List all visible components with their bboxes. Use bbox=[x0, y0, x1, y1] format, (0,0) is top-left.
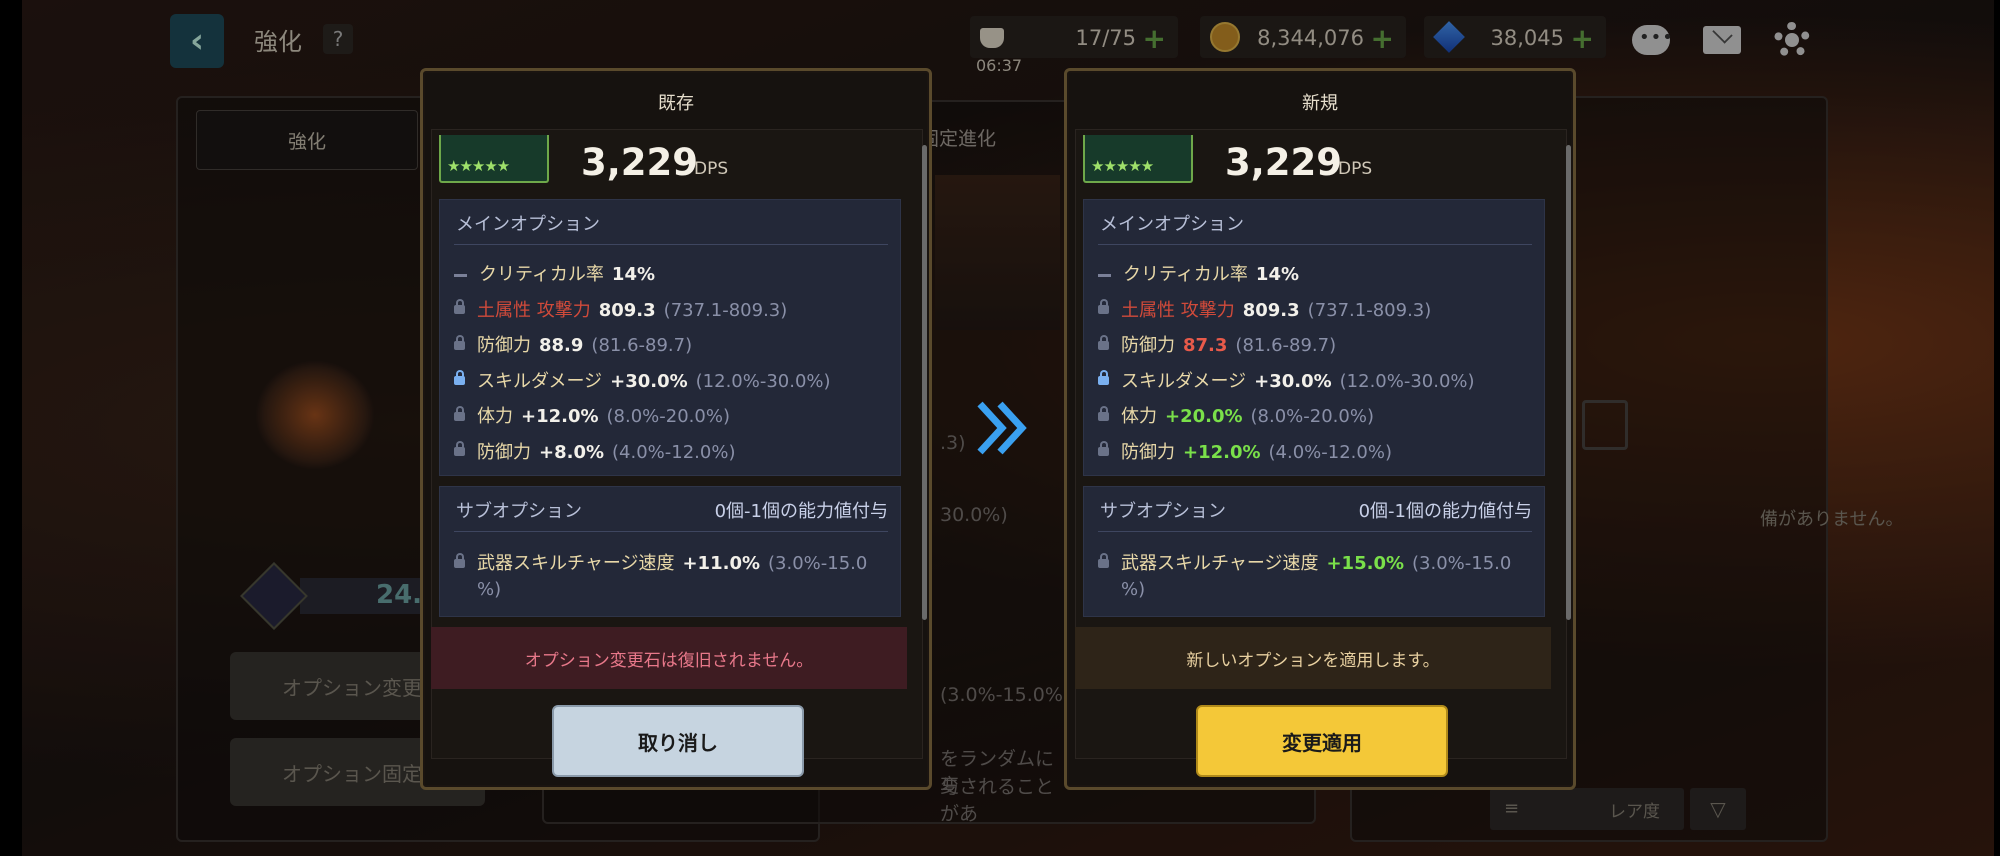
double-chevron-right-icon bbox=[977, 401, 1027, 455]
main-option-row: クリティカル率 14% bbox=[1098, 260, 1299, 286]
existing-option-panel: 既存 ★★★★★ 3,229 DPS メインオプション クリティカル率 14% 土属… bbox=[420, 68, 932, 790]
sub-option-header: サブオプション bbox=[456, 501, 582, 522]
option-name: 防御力 bbox=[1121, 335, 1175, 356]
main-option-row: 土属性 攻撃力 809.3 (737.1-809.3) bbox=[454, 296, 787, 322]
lock-icon[interactable] bbox=[1098, 299, 1109, 314]
lock-icon[interactable] bbox=[1098, 334, 1109, 350]
option-range: (4.0%-12.0%) bbox=[1268, 441, 1392, 463]
dash-icon[interactable] bbox=[454, 273, 467, 277]
main-option-row: 体力 +12.0% (8.0%-20.0%) bbox=[454, 402, 730, 428]
sub-option-note: 0個-1個の能力値付与 bbox=[1358, 501, 1532, 522]
main-option-box: メインオプション クリティカル率 14% 土属性 攻撃力 809.3 (737.1-80… bbox=[1083, 199, 1545, 476]
sub-option-header: サブオプション bbox=[1100, 501, 1226, 522]
dps-value: 3,229 bbox=[581, 141, 699, 184]
option-range: (4.0%-12.0%) bbox=[612, 441, 736, 463]
dps-value: 3,229 bbox=[1225, 141, 1343, 184]
option-range: (737.1-809.3) bbox=[663, 299, 788, 321]
main-option-row: 体力 +20.0% (8.0%-20.0%) bbox=[1098, 402, 1374, 428]
lock-icon[interactable] bbox=[454, 405, 465, 421]
main-option-box: メインオプション クリティカル率 14% 土属性 攻撃力 809.3 (737.1-80… bbox=[439, 199, 901, 476]
apply-message: 新しいオプションを適用します。 bbox=[1075, 627, 1551, 689]
option-name: クリティカル率 bbox=[1123, 264, 1248, 285]
option-name: 武器スキルチャージ速度 bbox=[477, 553, 675, 574]
option-value: 87.3 bbox=[1183, 335, 1228, 356]
lock-icon[interactable] bbox=[454, 334, 465, 350]
apply-change-button[interactable]: 変更適用 bbox=[1196, 705, 1448, 777]
lock-icon[interactable] bbox=[1098, 370, 1109, 385]
option-value: +11.0% bbox=[682, 553, 760, 574]
option-value: +8.0% bbox=[539, 441, 605, 463]
main-option-row: 防御力 +12.0% (4.0%-12.0%) bbox=[1098, 438, 1392, 464]
main-option-row: スキルダメージ +30.0% (12.0%-30.0%) bbox=[454, 367, 831, 393]
option-range: (12.0%-30.0%) bbox=[1339, 370, 1475, 392]
option-value: 88.9 bbox=[539, 335, 584, 356]
option-value: 14% bbox=[611, 264, 656, 285]
cancel-button[interactable]: 取り消し bbox=[552, 705, 804, 777]
option-name: 体力 bbox=[1121, 406, 1157, 427]
option-range: (8.0%-20.0%) bbox=[1250, 406, 1374, 427]
main-option-row: スキルダメージ +30.0% (12.0%-30.0%) bbox=[1098, 367, 1475, 393]
option-value: +30.0% bbox=[1254, 370, 1332, 392]
option-value: 14% bbox=[1255, 264, 1300, 285]
option-value: 809.3 bbox=[1242, 299, 1300, 321]
option-value: +12.0% bbox=[521, 406, 599, 427]
dps-unit: DPS bbox=[1338, 159, 1373, 179]
sub-option-row: 武器スキルチャージ速度 +11.0% (3.0%-15.0 bbox=[454, 549, 867, 575]
option-range: (737.1-809.3) bbox=[1307, 299, 1432, 321]
warning-message: オプション変更石は復旧されません。 bbox=[431, 627, 907, 689]
option-range: (81.6-89.7) bbox=[1235, 335, 1337, 356]
main-option-header: メインオプション bbox=[456, 214, 600, 235]
option-value: 809.3 bbox=[598, 299, 656, 321]
option-range: (8.0%-20.0%) bbox=[606, 406, 730, 427]
option-range: (3.0%-15.0 bbox=[768, 553, 868, 574]
item-thumbnail: ★★★★★ bbox=[1083, 135, 1193, 183]
option-name: 防御力 bbox=[1121, 441, 1175, 463]
option-range: (12.0%-30.0%) bbox=[695, 370, 831, 392]
lock-icon[interactable] bbox=[454, 299, 465, 314]
main-option-row: 防御力 88.9 (81.6-89.7) bbox=[454, 331, 692, 357]
option-name: 武器スキルチャージ速度 bbox=[1121, 553, 1319, 574]
main-option-header: メインオプション bbox=[1100, 214, 1244, 235]
star-rating: ★★★★★ bbox=[1091, 157, 1154, 175]
main-option-row: 防御力 +8.0% (4.0%-12.0%) bbox=[454, 438, 735, 464]
lock-icon[interactable] bbox=[454, 441, 465, 456]
dps-unit: DPS bbox=[694, 159, 729, 179]
lock-icon[interactable] bbox=[454, 552, 465, 568]
option-range: (81.6-89.7) bbox=[591, 335, 693, 356]
sub-option-row: 武器スキルチャージ速度 +15.0% (3.0%-15.0 bbox=[1098, 549, 1511, 575]
option-value: +12.0% bbox=[1183, 441, 1261, 463]
new-option-panel: 新規 ★★★★★ 3,229 DPS メインオプション クリティカル率 14% 土属… bbox=[1064, 68, 1576, 790]
option-name: スキルダメージ bbox=[1121, 370, 1247, 392]
option-name: クリティカル率 bbox=[479, 264, 604, 285]
option-name: 防御力 bbox=[477, 441, 531, 463]
main-option-row: 防御力 87.3 (81.6-89.7) bbox=[1098, 331, 1336, 357]
panel-title: 既存 bbox=[658, 93, 694, 114]
option-value: +20.0% bbox=[1165, 406, 1243, 427]
option-name: 体力 bbox=[477, 406, 513, 427]
option-range-cont: %) bbox=[477, 579, 502, 600]
option-value: +15.0% bbox=[1326, 553, 1404, 574]
lock-icon[interactable] bbox=[1098, 405, 1109, 421]
item-thumbnail: ★★★★★ bbox=[439, 135, 549, 183]
lock-icon[interactable] bbox=[1098, 552, 1109, 568]
option-value: +30.0% bbox=[610, 370, 688, 392]
panel-scrollbar[interactable] bbox=[922, 145, 927, 620]
sub-option-note: 0個-1個の能力値付与 bbox=[714, 501, 888, 522]
star-rating: ★★★★★ bbox=[447, 157, 510, 175]
option-name: スキルダメージ bbox=[477, 370, 603, 392]
option-name: 防御力 bbox=[477, 335, 531, 356]
main-option-row: 土属性 攻撃力 809.3 (737.1-809.3) bbox=[1098, 296, 1431, 322]
option-range-cont: %) bbox=[1121, 579, 1146, 600]
panel-scrollbar[interactable] bbox=[1566, 145, 1571, 620]
lock-icon[interactable] bbox=[1098, 441, 1109, 456]
lock-icon[interactable] bbox=[454, 370, 465, 385]
dash-icon[interactable] bbox=[1098, 273, 1111, 277]
option-name: 土属性 攻撃力 bbox=[1121, 299, 1235, 321]
main-option-row: クリティカル率 14% bbox=[454, 260, 655, 286]
panel-title: 新規 bbox=[1302, 93, 1338, 114]
sub-option-box: サブオプション 0個-1個の能力値付与 武器スキルチャージ速度 +15.0% (3.… bbox=[1083, 486, 1545, 617]
option-range: (3.0%-15.0 bbox=[1412, 553, 1512, 574]
option-name: 土属性 攻撃力 bbox=[477, 299, 591, 321]
sub-option-box: サブオプション 0個-1個の能力値付与 武器スキルチャージ速度 +11.0% (3.… bbox=[439, 486, 901, 617]
